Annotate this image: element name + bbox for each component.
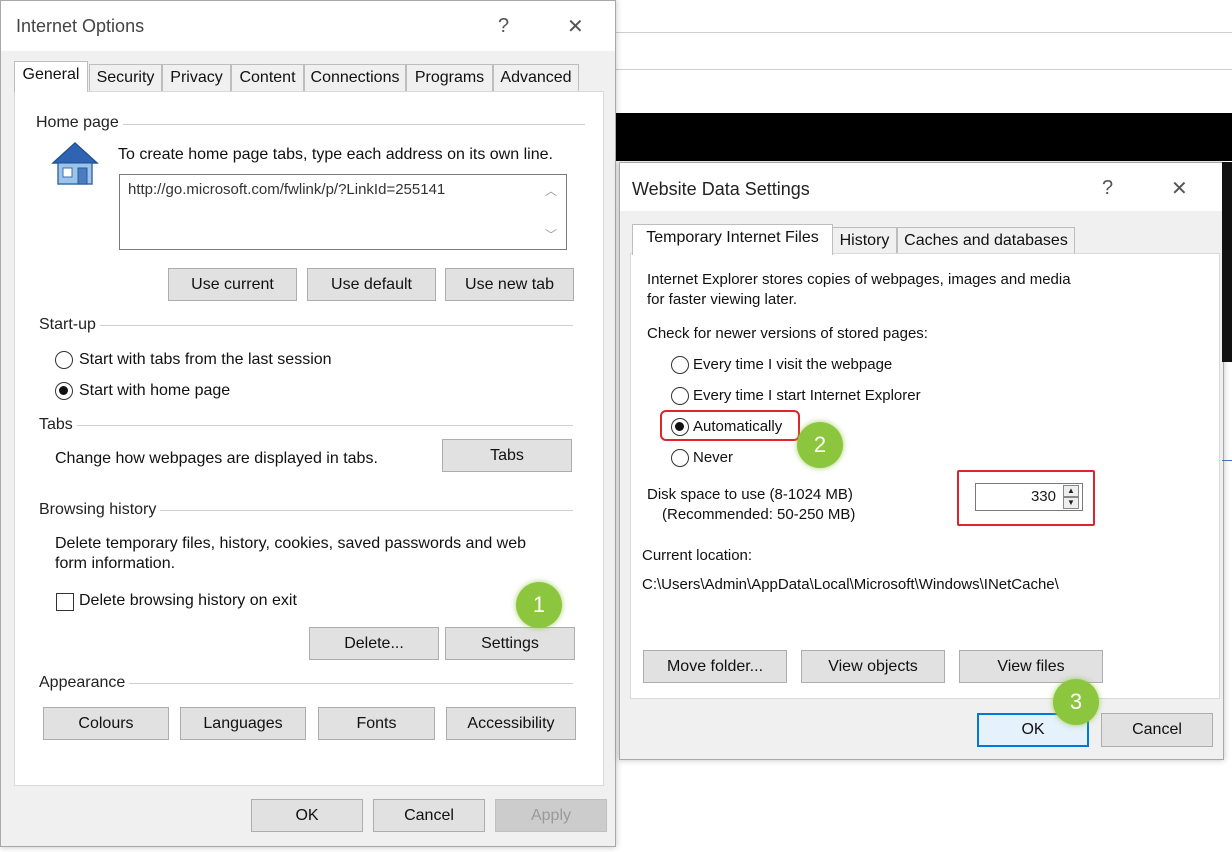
website-data-titlebar: Website Data Settings ? ✕	[620, 163, 1223, 211]
every-start-radio[interactable]	[671, 387, 689, 405]
home-page-url-field[interactable]: http://go.microsoft.com/fwlink/p/?LinkId…	[119, 174, 567, 250]
colours-button[interactable]: Colours	[43, 707, 169, 740]
internet-options-dialog: Internet Options ? ✕ General Security Pr…	[0, 0, 616, 847]
every-start-label: Every time I start Internet Explorer	[693, 387, 921, 404]
tab-temporary-internet-files[interactable]: Temporary Internet Files	[632, 224, 833, 255]
internet-options-titlebar: Internet Options ? ✕	[1, 1, 615, 51]
view-files-button[interactable]: View files	[959, 650, 1103, 683]
browsing-history-description: Delete temporary files, history, cookies…	[55, 535, 527, 552]
intro-text-cont: for faster viewing later.	[647, 291, 798, 308]
website-data-settings-dialog: Website Data Settings ? ✕ Temporary Inte…	[619, 162, 1224, 760]
home-page-url-value: http://go.microsoft.com/fwlink/p/?LinkId…	[128, 181, 446, 198]
tab-programs[interactable]: Programs	[406, 64, 493, 92]
tab-caches-and-databases[interactable]: Caches and databases	[897, 227, 1075, 255]
intro-text: Internet Explorer stores copies of webpa…	[647, 271, 1071, 288]
tabs-description: Change how webpages are displayed in tab…	[55, 450, 378, 467]
current-location-path: C:\Users\Admin\AppData\Local\Microsoft\W…	[642, 576, 1059, 593]
browsing-history-description-cont: form information.	[55, 555, 176, 572]
fonts-button[interactable]: Fonts	[318, 707, 435, 740]
help-button[interactable]: ?	[498, 15, 509, 38]
close-icon[interactable]: ✕	[567, 14, 584, 39]
background-window-edge	[1222, 162, 1232, 362]
view-objects-button[interactable]: View objects	[801, 650, 945, 683]
close-icon[interactable]: ✕	[1171, 176, 1188, 201]
automatically-highlight	[660, 410, 800, 441]
tabs-settings-button[interactable]: Tabs	[442, 439, 572, 472]
cancel-button[interactable]: Cancel	[373, 799, 485, 832]
cancel-button[interactable]: Cancel	[1101, 713, 1213, 747]
never-radio[interactable]	[671, 449, 689, 467]
disk-space-highlight	[957, 470, 1095, 526]
home-icon	[51, 141, 99, 185]
startup-tabs-label: Start with tabs from the last session	[79, 351, 332, 368]
tab-history[interactable]: History	[832, 227, 897, 255]
startup-label: Start-up	[39, 316, 100, 334]
temporary-files-panel: Internet Explorer stores copies of webpa…	[630, 253, 1220, 699]
home-page-label: Home page	[36, 114, 123, 132]
use-new-tab-button[interactable]: Use new tab	[445, 268, 574, 301]
disk-space-label: Disk space to use (8-1024 MB)	[647, 486, 853, 503]
check-newer-label: Check for newer versions of stored pages…	[647, 325, 928, 342]
tab-content[interactable]: Content	[231, 64, 304, 92]
tabs-section-label: Tabs	[39, 416, 77, 434]
use-current-button[interactable]: Use current	[168, 268, 297, 301]
background-window-line	[616, 32, 1232, 33]
separator	[39, 425, 573, 426]
tab-general[interactable]: General	[14, 61, 88, 92]
background-window-line	[1222, 460, 1232, 461]
every-visit-label: Every time I visit the webpage	[693, 356, 893, 373]
tab-security[interactable]: Security	[89, 64, 162, 92]
step-1-badge: 1	[516, 582, 562, 628]
every-visit-radio[interactable]	[671, 356, 689, 374]
delete-button[interactable]: Delete...	[309, 627, 439, 660]
appearance-label: Appearance	[39, 674, 130, 692]
help-button[interactable]: ?	[1102, 177, 1113, 200]
startup-home-label: Start with home page	[79, 382, 231, 399]
never-label: Never	[693, 449, 734, 466]
delete-on-exit-checkbox[interactable]	[56, 593, 74, 611]
current-location-label: Current location:	[642, 547, 753, 564]
history-settings-button[interactable]: Settings	[445, 627, 575, 660]
home-page-instruction: To create home page tabs, type each addr…	[118, 146, 553, 163]
startup-home-radio[interactable]	[55, 382, 73, 400]
use-default-button[interactable]: Use default	[307, 268, 436, 301]
disk-space-recommended: (Recommended: 50-250 MB)	[662, 506, 856, 523]
move-folder-button[interactable]: Move folder...	[643, 650, 787, 683]
separator	[39, 325, 573, 326]
ok-button[interactable]: OK	[251, 799, 363, 832]
dialog-title: Website Data Settings	[632, 179, 810, 199]
scroll-down-icon[interactable]: ﹀	[545, 226, 557, 243]
apply-button[interactable]: Apply	[495, 799, 607, 832]
tab-privacy[interactable]: Privacy	[162, 64, 231, 92]
accessibility-button[interactable]: Accessibility	[446, 707, 576, 740]
dialog-title: Internet Options	[16, 16, 145, 36]
general-tab-panel: Home page To create home page tabs, type…	[14, 91, 604, 786]
scroll-up-icon[interactable]: ︿	[545, 182, 557, 199]
background-window-bar	[616, 113, 1232, 161]
step-2-badge: 2	[797, 422, 843, 468]
delete-on-exit-label: Delete browsing history on exit	[79, 592, 297, 609]
tab-connections[interactable]: Connections	[304, 64, 406, 92]
startup-tabs-radio[interactable]	[55, 351, 73, 369]
background-window-line	[616, 69, 1232, 70]
browsing-history-label: Browsing history	[39, 501, 161, 519]
step-3-badge: 3	[1053, 679, 1099, 725]
languages-button[interactable]: Languages	[180, 707, 306, 740]
tab-advanced[interactable]: Advanced	[493, 64, 579, 92]
